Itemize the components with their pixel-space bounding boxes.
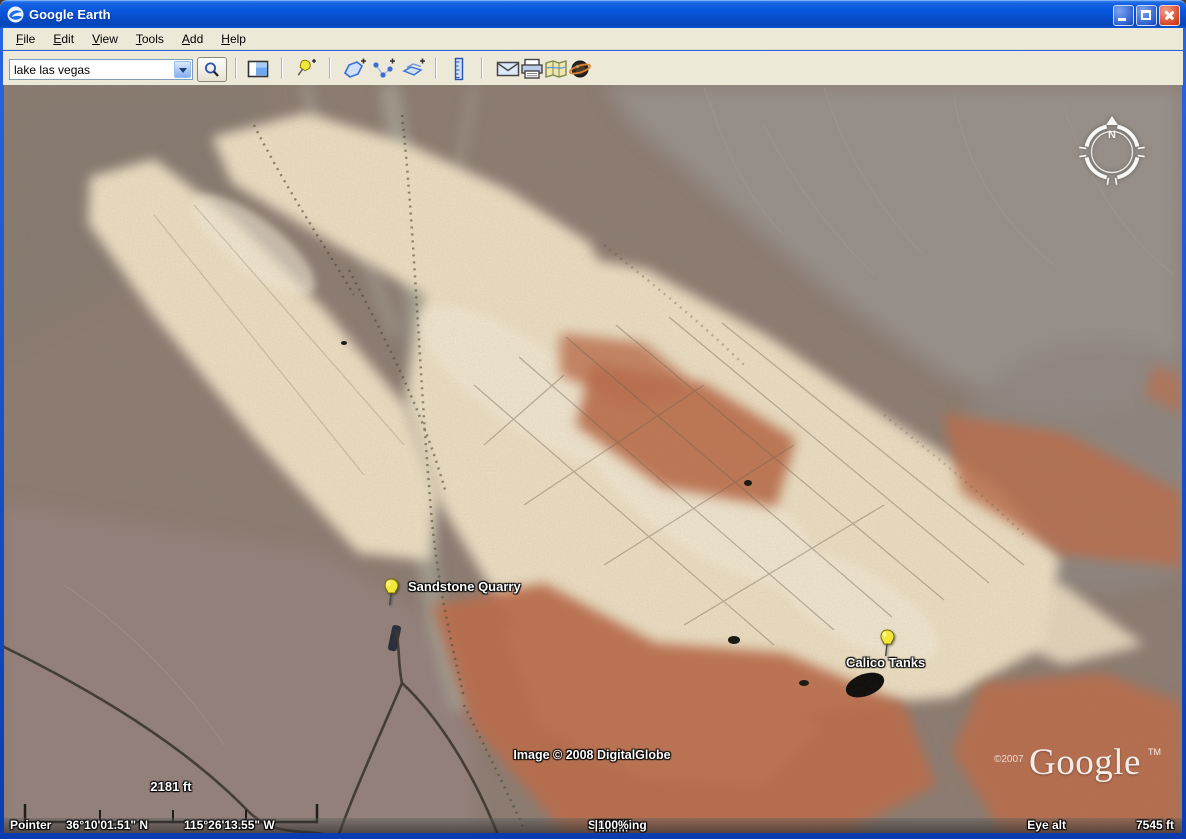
chevron-down-icon[interactable] — [174, 61, 191, 78]
menu-add-mnemonic: A — [182, 32, 190, 46]
close-button[interactable] — [1159, 5, 1180, 26]
tool-bar — [3, 51, 1183, 85]
pointer-label: Pointer — [10, 818, 51, 833]
placemark-label-calico-tanks[interactable]: Calico Tanks — [846, 655, 925, 670]
menu-view[interactable]: View — [83, 29, 127, 49]
scale-label: 2181 ft — [23, 779, 319, 794]
window-title: Google Earth — [29, 7, 111, 22]
add-placemark-button[interactable] — [291, 55, 321, 82]
menu-add[interactable]: Add — [173, 29, 212, 49]
toggle-sidebar-button[interactable] — [243, 55, 273, 82]
add-polygon-button[interactable] — [339, 55, 369, 82]
imagery-attribution: Image © 2008 DigitalGlobe — [442, 748, 742, 762]
toolbar-separator — [329, 57, 331, 79]
sidebar-icon — [247, 60, 269, 78]
google-watermark: ©2007 Google TM — [982, 741, 1182, 793]
search-button[interactable] — [197, 57, 227, 82]
compass-navigation[interactable]: N — [1074, 114, 1150, 190]
menu-help-rest: elp — [230, 32, 246, 46]
menu-view-rest: iew — [100, 32, 118, 46]
pointer-longitude: 115°26'13.55" W — [184, 818, 275, 833]
ruler-icon — [452, 57, 466, 81]
google-logo: Google — [1029, 741, 1141, 784]
menu-help[interactable]: Help — [212, 29, 255, 49]
compass-north-label: N — [1108, 129, 1116, 141]
status-bar: Pointer 36°10'01.51" N 115°26'13.55" W S… — [4, 818, 1182, 833]
menu-file[interactable]: File — [7, 29, 44, 49]
measure-button[interactable] — [444, 55, 474, 82]
maximize-icon — [1141, 10, 1151, 20]
toolbar-separator — [235, 57, 237, 79]
north-arrow-icon[interactable] — [1106, 116, 1118, 125]
add-image-overlay-button[interactable] — [399, 55, 429, 82]
streaming-status: Streaming |||||||||| 100% — [588, 818, 598, 833]
toolbar-separator — [435, 57, 437, 79]
eye-alt-value: 7545 ft — [1136, 818, 1174, 833]
google-earth-icon — [7, 6, 24, 23]
google-earth-window: Google Earth File Edit View Tools Add He… — [0, 0, 1186, 839]
minimize-icon — [1118, 18, 1126, 21]
menu-tools[interactable]: Tools — [127, 29, 173, 49]
menu-file-rest: ile — [23, 32, 35, 46]
minimize-button[interactable] — [1113, 5, 1134, 26]
toolbar-separator — [481, 57, 483, 79]
menu-bar: File Edit View Tools Add Help — [3, 28, 1183, 50]
pointer-latitude: 36°10'01.51" N — [66, 818, 148, 833]
satellite-imagery[interactable] — [4, 85, 1182, 833]
menu-view-mnemonic: V — [92, 32, 100, 46]
polygon-add-icon — [341, 57, 367, 81]
watermark-tm: TM — [1148, 747, 1161, 757]
map-viewport[interactable]: N Sandstone Quarry Calico Tanks 2181 ft — [4, 85, 1182, 833]
eye-alt-label: Eye alt — [1027, 818, 1066, 833]
menu-edit-rest: dit — [61, 32, 74, 46]
path-add-icon — [371, 57, 397, 81]
menu-edit[interactable]: Edit — [44, 29, 83, 49]
placemark-label-sandstone-quarry[interactable]: Sandstone Quarry — [408, 579, 521, 594]
toolbar-separator — [281, 57, 283, 79]
menu-help-mnemonic: H — [221, 32, 230, 46]
menu-tools-rest: ools — [142, 32, 164, 46]
streaming-percent: 100% — [598, 818, 629, 833]
placemark-pin-sandstone-quarry[interactable] — [381, 578, 401, 608]
title-bar[interactable]: Google Earth — [0, 0, 1186, 28]
add-path-button[interactable] — [369, 55, 399, 82]
search-input[interactable] — [10, 63, 174, 77]
planet-icon — [568, 58, 592, 80]
watermark-copyright: ©2007 — [994, 754, 1024, 765]
search-icon — [203, 61, 221, 79]
menu-add-rest: dd — [190, 32, 203, 46]
maximize-button[interactable] — [1136, 5, 1157, 26]
pushpin-add-icon — [294, 57, 318, 81]
switch-to-sky-button[interactable] — [565, 55, 595, 82]
image-overlay-add-icon — [401, 57, 427, 81]
search-combobox[interactable] — [9, 59, 193, 80]
